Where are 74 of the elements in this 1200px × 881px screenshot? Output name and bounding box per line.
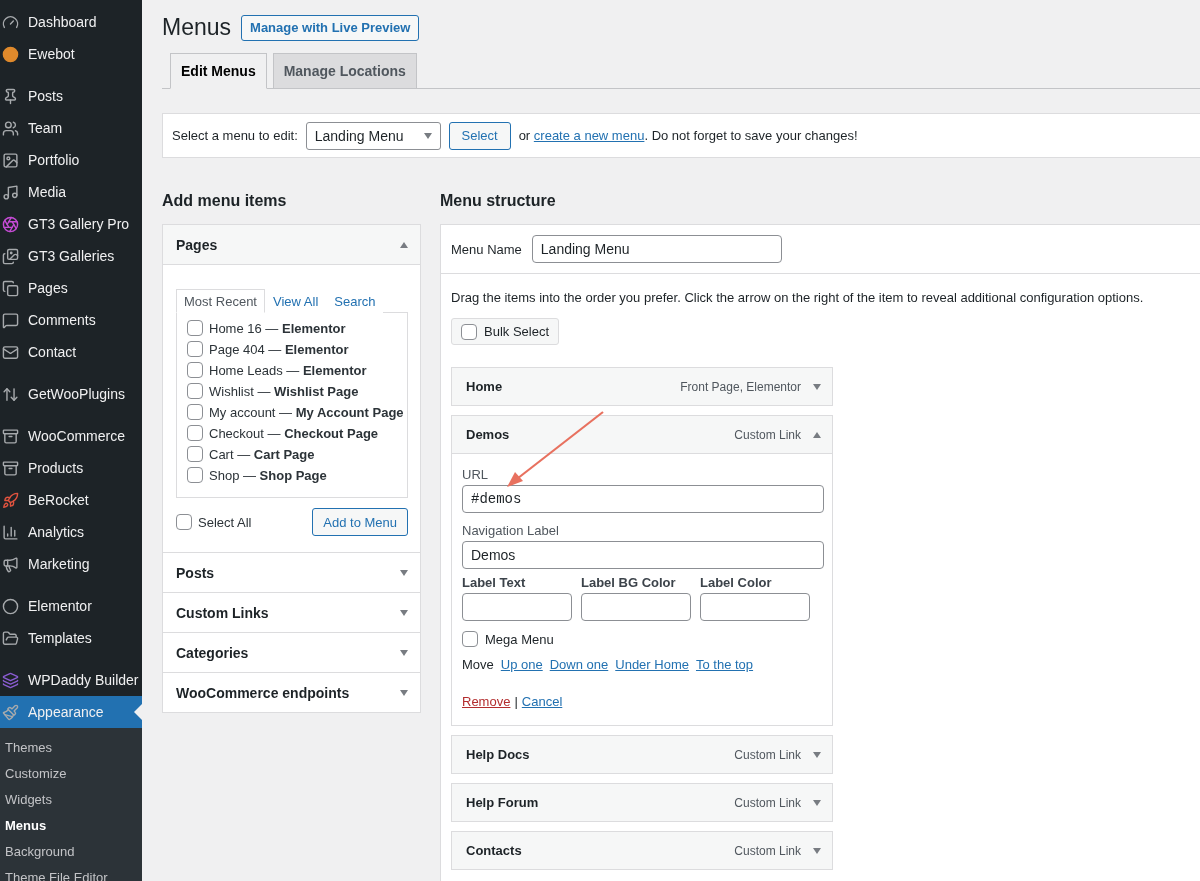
menu-name-label: Menu Name <box>451 241 522 257</box>
menu-name-field[interactable]: Landing Menu <box>531 235 782 263</box>
page-label: Page 404 — Elementor <box>209 341 349 357</box>
sidebar-item[interactable]: Media <box>0 176 142 208</box>
field-label: Label Color <box>700 575 773 590</box>
page-title: Menus <box>162 14 232 41</box>
select-button[interactable]: Select <box>448 121 511 150</box>
sidebar-item[interactable]: Posts <box>0 80 142 112</box>
section-heading: Menu structure <box>440 192 557 210</box>
save-reminder: or create a new menu. Do not forget to save your changes! <box>518 128 858 143</box>
submenu-item[interactable]: Theme File Editor <box>0 864 142 881</box>
page-label: Home 16 — Elementor <box>209 320 346 336</box>
sidebar-item[interactable]: GT3 Gallery Pro <box>0 208 142 240</box>
page-label: Shop — Shop Page <box>209 467 327 483</box>
page-label: Checkout — Checkout Page <box>209 425 379 441</box>
menu-dropdown[interactable]: Landing Menu <box>305 121 441 150</box>
select-label: Select a menu to edit: <box>172 128 298 143</box>
menu-item-bar[interactable]: Help Forum Custom Link <box>451 783 833 822</box>
sidebar-item[interactable]: Portfolio <box>0 144 142 176</box>
sidebar-item[interactable]: BeRocket <box>0 484 142 516</box>
move-link[interactable]: To the top <box>695 657 754 672</box>
section-heading: Add menu items <box>162 192 288 210</box>
sidebar-item[interactable]: Appearance <box>0 696 142 728</box>
menu-item-bar[interactable]: Contacts Custom Link <box>451 831 833 870</box>
sidebar-item[interactable]: Team <box>0 112 142 144</box>
move-link[interactable]: Down one <box>549 657 609 672</box>
move-link[interactable]: Up one <box>500 657 543 672</box>
sidebar-item[interactable]: Pages <box>0 272 142 304</box>
sidebar-item[interactable]: Analytics <box>0 516 142 548</box>
submenu-item[interactable]: Widgets <box>0 786 142 812</box>
move-link[interactable]: Under Home <box>615 657 689 672</box>
move-label: Move <box>462 657 494 672</box>
bulk-select-button[interactable]: Bulk Select <box>451 318 560 345</box>
menu-item-bar[interactable]: Help Docs Custom Link <box>451 735 833 774</box>
mega-menu-label: Mega Menu <box>485 631 554 647</box>
sidebar-item[interactable]: WPDaddy Builder <box>0 664 142 696</box>
page-label: Home Leads — Elementor <box>209 362 367 378</box>
field-label: URL <box>462 467 489 482</box>
sidebar-item[interactable]: Templates <box>0 622 142 654</box>
menu-item-bar[interactable]: Demos Custom Link <box>451 415 833 454</box>
submenu-item[interactable]: Themes <box>0 734 142 760</box>
submenu-item[interactable]: Background <box>0 838 142 864</box>
sidebar-item[interactable]: Elementor <box>0 590 142 622</box>
sidebar-item[interactable]: Dashboard <box>0 6 142 38</box>
tab[interactable]: Edit Menus <box>170 53 267 89</box>
select-all-label: Select All <box>198 514 252 530</box>
page-label: My account — My Account Page <box>209 404 404 420</box>
panel-tab[interactable]: Most Recent <box>176 289 265 313</box>
sidebar-item[interactable]: Ewebot <box>0 38 142 70</box>
submenu-item[interactable]: Customize <box>0 760 142 786</box>
live-preview-button[interactable]: Manage with Live Preview <box>241 14 420 41</box>
sidebar-item[interactable]: Comments <box>0 304 142 336</box>
navigation-label-field[interactable]: Demos <box>462 541 824 569</box>
separator-text: | <box>514 694 518 709</box>
accordion-header[interactable]: Pages <box>163 225 420 265</box>
remove-link[interactable]: Remove <box>462 694 511 709</box>
page-label: Wishlist — Wishlist Page <box>209 383 359 399</box>
add-to-menu-button[interactable]: Add to Menu <box>312 508 408 536</box>
field-label: Label BG Color <box>581 575 677 590</box>
submenu-item[interactable]: Menus <box>0 812 142 838</box>
menu-item-bar[interactable]: Home Front Page, Elementor <box>451 367 833 406</box>
url-field[interactable]: #demos <box>462 485 824 513</box>
sidebar-item[interactable]: Contact <box>0 336 142 368</box>
tab[interactable]: Manage Locations <box>272 53 417 89</box>
cancel-link[interactable]: Cancel <box>521 694 563 709</box>
sidebar-item[interactable]: Marketing <box>0 548 142 580</box>
sidebar-item[interactable]: GetWooPlugins <box>0 378 142 410</box>
field-label: Label Text <box>462 575 527 590</box>
sidebar-item[interactable]: Products <box>0 452 142 484</box>
sidebar-item[interactable]: WooCommerce <box>0 420 142 452</box>
sidebar-item[interactable]: GT3 Galleries <box>0 240 142 272</box>
page-label: Cart — Cart Page <box>209 446 315 462</box>
instructions-text: Drag the items into the order you prefer. Click the arrow on the right of the item to reveal additional configuration options. <box>451 290 1144 305</box>
field-label: Navigation Label <box>462 523 560 538</box>
